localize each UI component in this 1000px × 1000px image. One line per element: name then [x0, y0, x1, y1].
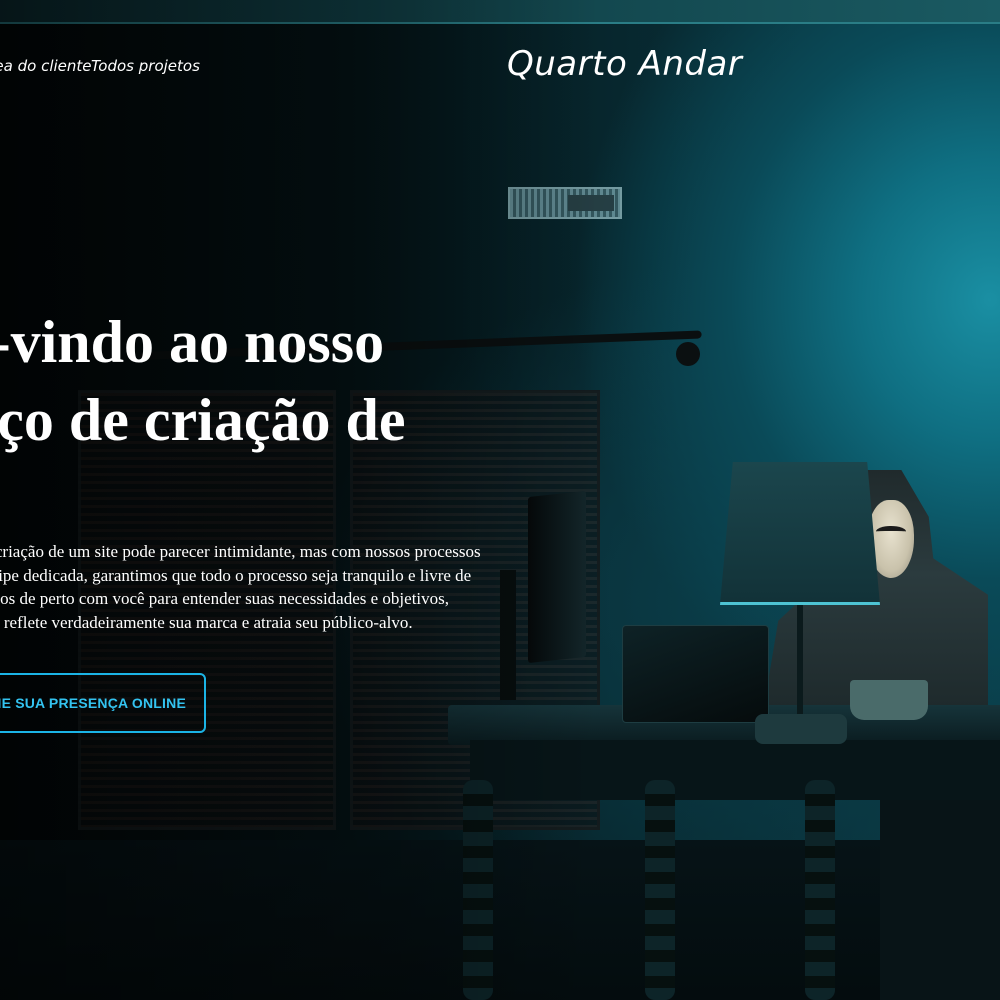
lamp-base — [755, 714, 847, 744]
cta-button[interactable]: IMPULSIONE SUA PRESENÇA ONLINE — [0, 673, 206, 733]
nav-link-all-projects[interactable]: Todos projetos — [91, 57, 200, 75]
air-vent — [508, 187, 622, 219]
lamp-pole — [797, 600, 803, 718]
mug — [850, 680, 928, 720]
hero-title: Bem-vindo ao nosso serviço de criação de… — [0, 309, 406, 531]
hero-description: Entendemos que a criação de um site pode… — [0, 542, 481, 632]
lamp-shade — [720, 462, 880, 605]
laptop — [622, 625, 769, 723]
curtain-rod-end — [676, 342, 700, 366]
floor — [0, 840, 1000, 1000]
monitor-stand — [500, 570, 516, 700]
site-logo[interactable]: Quarto Andar — [507, 44, 742, 84]
top-strip — [0, 0, 1000, 24]
desk-apron — [470, 740, 1000, 800]
landing-page: Área do cliente Todos projetos Quarto An… — [0, 0, 1000, 1000]
desk-leg — [645, 780, 675, 1000]
desk-leg — [805, 780, 835, 1000]
desk-leg — [463, 780, 493, 1000]
nav-link-client-area[interactable]: Área do cliente — [0, 57, 92, 75]
monitor — [528, 490, 586, 664]
